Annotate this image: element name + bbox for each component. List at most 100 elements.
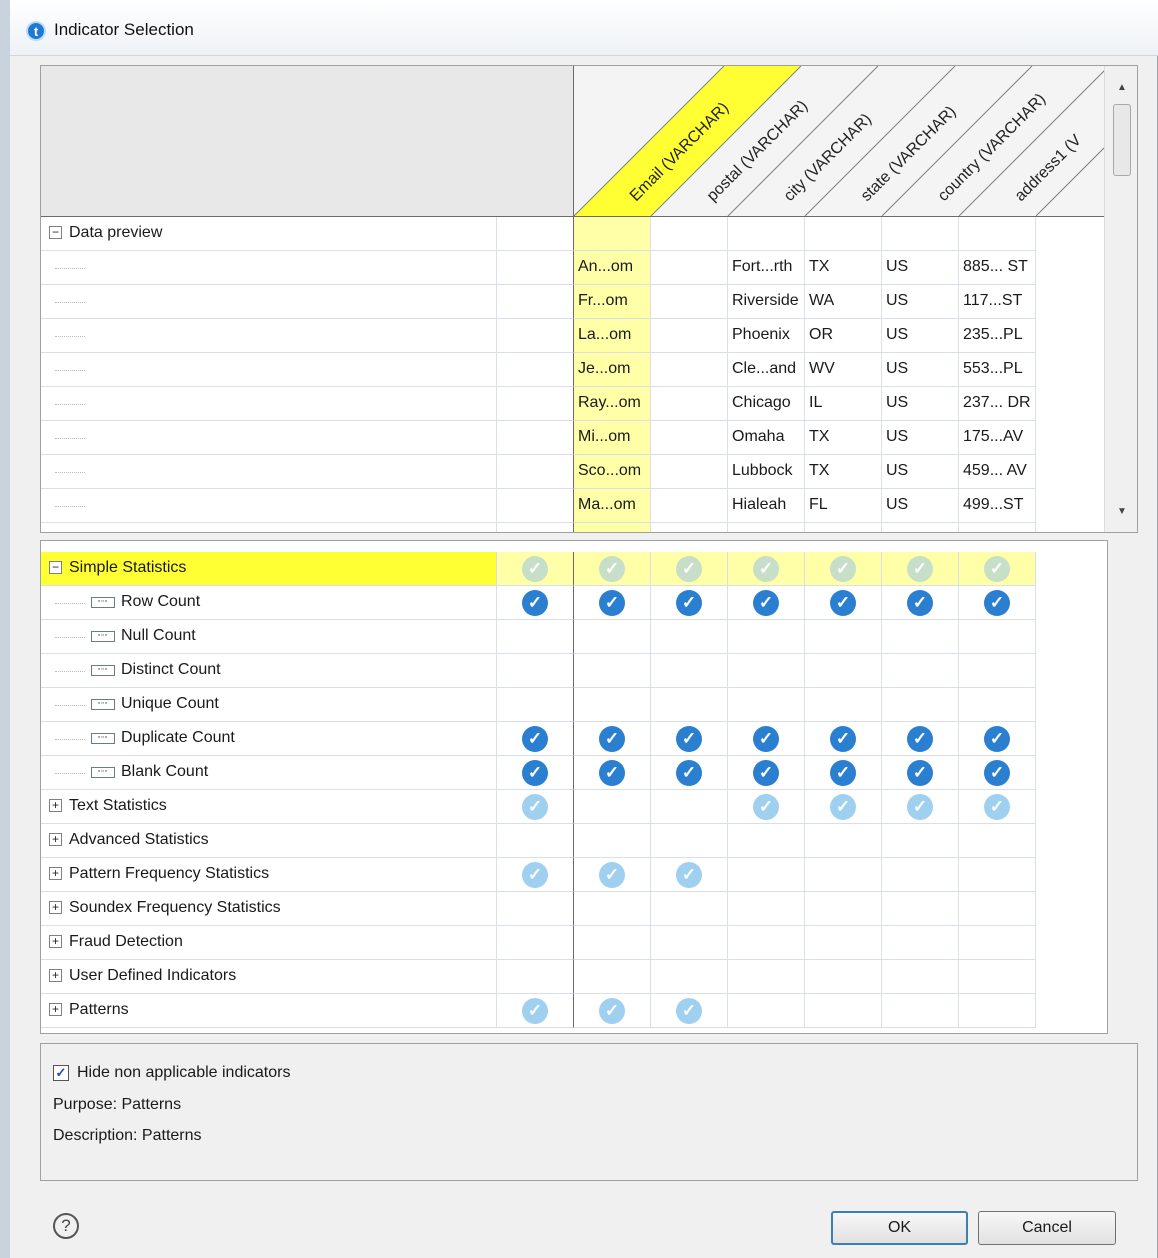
indicator-cell[interactable] [497, 824, 574, 858]
indicator-row[interactable]: ▫▫▫ Blank Count ✓ ✓ ✓ ✓ ✓ ✓ ✓ [41, 756, 1036, 790]
indicator-cell[interactable] [497, 892, 574, 926]
preview-cell[interactable]: US [882, 251, 959, 285]
indicator-cell[interactable] [574, 824, 651, 858]
indicator-cell[interactable] [805, 824, 882, 858]
preview-cell[interactable]: Omaha [728, 421, 805, 455]
preview-cell[interactable] [651, 523, 728, 532]
indicator-cell[interactable] [651, 790, 728, 824]
preview-cell[interactable]: Fr...om [574, 285, 651, 319]
indicator-cell[interactable] [651, 926, 728, 960]
preview-cell[interactable]: FL [805, 489, 882, 523]
indicator-group-row[interactable]: + Fraud Detection [41, 926, 1036, 960]
preview-cell[interactable] [574, 523, 651, 532]
indicator-cell[interactable]: ✓ [882, 586, 959, 620]
preview-cell[interactable] [651, 285, 728, 319]
indicator-cell[interactable] [805, 994, 882, 1028]
preview-cell[interactable]: Ma...om [574, 489, 651, 523]
indicator-cell[interactable] [651, 620, 728, 654]
indicator-cell[interactable]: ✓ [882, 552, 959, 586]
indicator-cell[interactable]: ✓ [651, 722, 728, 756]
indicator-cell[interactable] [574, 960, 651, 994]
indicator-cell[interactable] [497, 688, 574, 722]
indicator-cell[interactable]: ✓ [728, 552, 805, 586]
indicator-cell[interactable] [497, 926, 574, 960]
indicator-cell[interactable]: ✓ [728, 756, 805, 790]
preview-cell[interactable]: IL [805, 387, 882, 421]
preview-cell[interactable]: 553...PL [959, 353, 1036, 387]
preview-cell[interactable]: Cle...and [728, 353, 805, 387]
indicator-cell[interactable] [574, 654, 651, 688]
indicator-cell[interactable] [959, 960, 1036, 994]
indicator-cell[interactable] [959, 892, 1036, 926]
expand-icon[interactable]: + [49, 799, 62, 812]
preview-cell[interactable] [651, 387, 728, 421]
preview-cell[interactable]: WA [805, 285, 882, 319]
indicator-cell[interactable]: ✓ [805, 586, 882, 620]
indicator-cell[interactable] [882, 654, 959, 688]
indicator-cell[interactable] [728, 892, 805, 926]
indicator-cell[interactable] [728, 960, 805, 994]
indicator-group-row[interactable]: + Patterns ✓ ✓ ✓ [41, 994, 1036, 1028]
preview-cell[interactable] [882, 523, 959, 532]
preview-cell[interactable]: US [882, 319, 959, 353]
preview-cell[interactable]: An...om [574, 251, 651, 285]
checkbox-checked-icon[interactable]: ✓ [53, 1065, 69, 1081]
ok-button[interactable]: OK [831, 1211, 968, 1245]
preview-cell[interactable]: US [882, 285, 959, 319]
indicator-cell[interactable]: ✓ [882, 722, 959, 756]
indicator-cell[interactable] [497, 654, 574, 688]
expand-icon[interactable]: + [49, 833, 62, 846]
indicator-group-row[interactable]: + Soundex Frequency Statistics [41, 892, 1036, 926]
indicator-cell[interactable]: ✓ [728, 586, 805, 620]
vertical-scrollbar[interactable]: ▲ ▼ [1104, 66, 1137, 532]
simple-statistics-row[interactable]: − Simple Statistics ✓ ✓ ✓ ✓ ✓ ✓ ✓ [41, 552, 1036, 586]
indicator-cell[interactable] [574, 790, 651, 824]
indicator-cell[interactable] [805, 654, 882, 688]
indicator-cell[interactable]: ✓ [882, 790, 959, 824]
indicator-cell[interactable] [651, 960, 728, 994]
indicator-cell[interactable]: ✓ [651, 994, 728, 1028]
preview-cell[interactable]: Chicago [728, 387, 805, 421]
preview-cell[interactable]: Fort...rth [728, 251, 805, 285]
preview-cell[interactable]: 235...PL [959, 319, 1036, 353]
preview-cell[interactable] [651, 421, 728, 455]
preview-cell[interactable]: US [882, 455, 959, 489]
indicator-cell[interactable]: ✓ [805, 756, 882, 790]
preview-cell[interactable]: Riverside [728, 285, 805, 319]
indicator-cell[interactable] [959, 824, 1036, 858]
indicator-cell[interactable] [651, 688, 728, 722]
indicator-cell[interactable] [882, 960, 959, 994]
indicator-group-row[interactable]: + Text Statistics ✓ ✓ ✓ ✓ ✓ [41, 790, 1036, 824]
preview-cell[interactable]: 499...ST [959, 489, 1036, 523]
indicator-cell[interactable]: ✓ [574, 858, 651, 892]
preview-cell[interactable]: Phoenix [728, 319, 805, 353]
expand-icon[interactable]: + [49, 969, 62, 982]
scroll-thumb[interactable] [1113, 104, 1131, 176]
indicator-cell[interactable] [805, 960, 882, 994]
indicator-group-row[interactable]: + Pattern Frequency Statistics ✓ ✓ ✓ [41, 858, 1036, 892]
scroll-up-icon[interactable]: ▲ [1113, 82, 1131, 96]
indicator-cell[interactable] [882, 858, 959, 892]
preview-cell[interactable]: La...om [574, 319, 651, 353]
indicator-cell[interactable] [805, 858, 882, 892]
indicator-cell[interactable]: ✓ [497, 586, 574, 620]
preview-cell[interactable] [651, 319, 728, 353]
indicator-cell[interactable] [728, 824, 805, 858]
preview-cell[interactable]: TX [805, 455, 882, 489]
preview-cell[interactable]: 117...ST [959, 285, 1036, 319]
preview-cell[interactable] [651, 353, 728, 387]
preview-cell[interactable]: 237... DR [959, 387, 1036, 421]
indicator-cell[interactable] [805, 620, 882, 654]
indicator-cell[interactable] [882, 994, 959, 1028]
indicator-cell[interactable] [728, 688, 805, 722]
preview-cell[interactable]: Sco...om [574, 455, 651, 489]
preview-cell[interactable]: Mi...om [574, 421, 651, 455]
indicator-cell[interactable]: ✓ [959, 552, 1036, 586]
data-preview-row[interactable]: − Data preview [41, 217, 1104, 251]
preview-cell[interactable]: US [882, 489, 959, 523]
indicator-cell[interactable]: ✓ [805, 722, 882, 756]
indicator-cell[interactable]: ✓ [497, 722, 574, 756]
indicator-cell[interactable] [728, 858, 805, 892]
preview-cell[interactable]: 885... ST [959, 251, 1036, 285]
preview-cell[interactable]: WV [805, 353, 882, 387]
